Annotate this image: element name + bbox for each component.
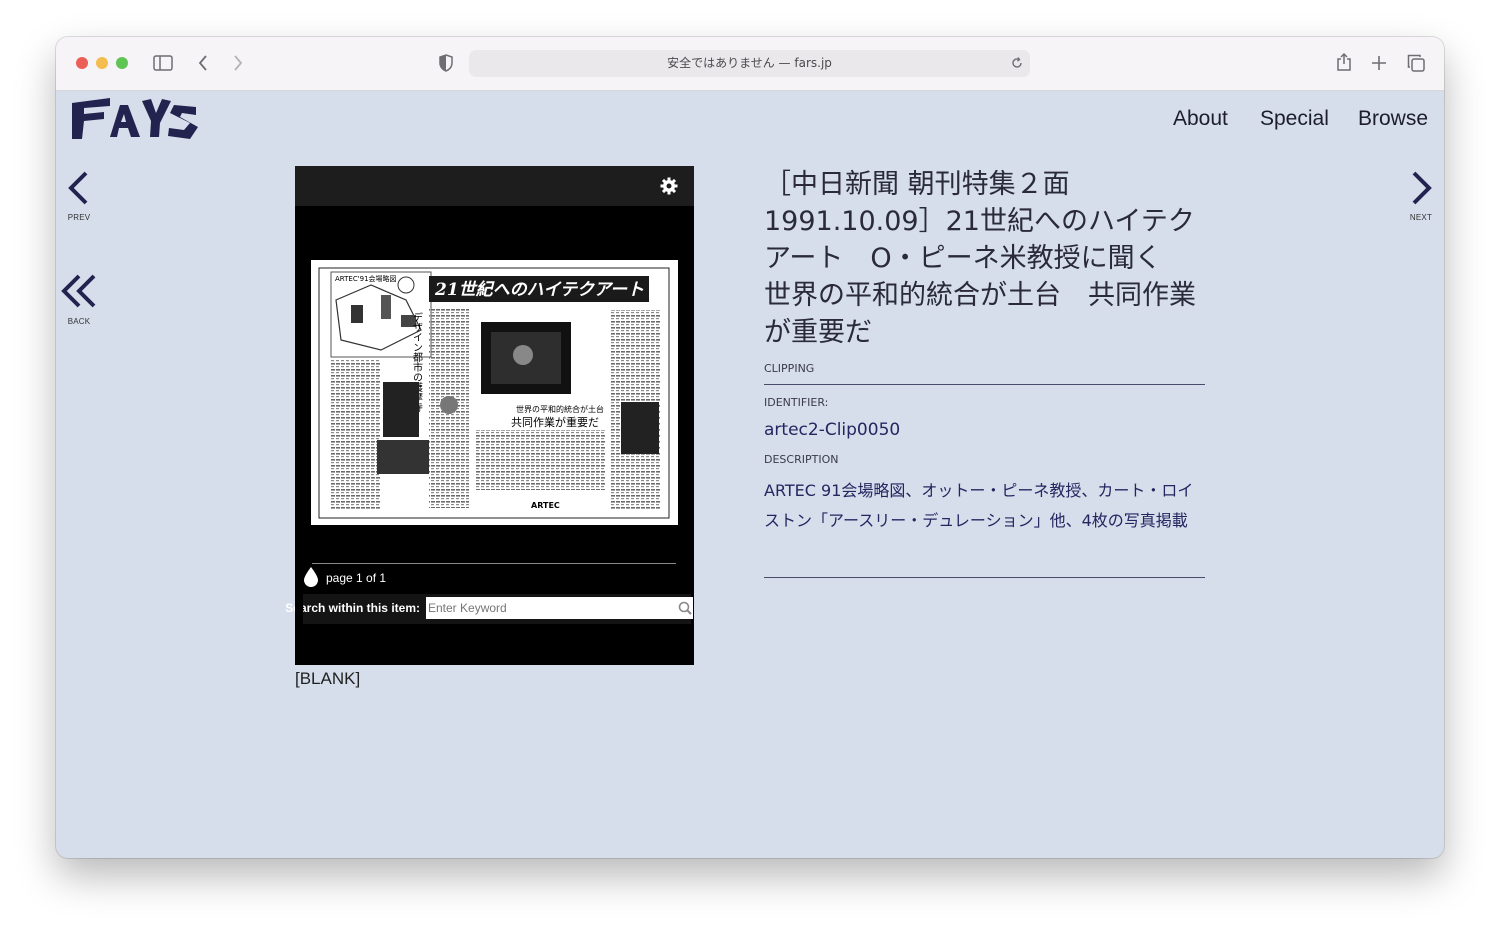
zoom-window-button[interactable]: [116, 57, 128, 69]
next-link[interactable]: NEXT: [1404, 167, 1438, 222]
prev-label: PREV: [67, 213, 91, 222]
image-caption: [BLANK]: [295, 669, 361, 688]
record-title: ［中日新聞 朝刊特集２面 1991.10.09］21世紀へのハイテクアート O・…: [764, 169, 1196, 348]
tab-overview-icon[interactable]: [1405, 51, 1427, 75]
page-content: About Special Browse PREV BACK NEXT ARTE…: [56, 91, 1444, 858]
minimize-window-button[interactable]: [96, 57, 108, 69]
reload-icon[interactable]: [1010, 50, 1024, 80]
privacy-shield-icon[interactable]: [436, 51, 456, 75]
clipping-tag: ARTEC'91会場略図: [335, 274, 397, 283]
document-viewer: ARTEC'91会場略図 21世紀へのハイテクアート デザイン都市の護摩寺 世界…: [285, 166, 694, 665]
divider: [764, 577, 1205, 578]
gear-icon[interactable]: [660, 177, 678, 199]
back-label: BACK: [67, 317, 91, 326]
viewer-toolbar: [295, 166, 694, 206]
next-label: NEXT: [1409, 213, 1433, 222]
page-counter: page 1 of 1: [326, 571, 387, 585]
double-chevron-left-icon: [61, 274, 96, 308]
close-window-button[interactable]: [76, 57, 88, 69]
clipping-subhead-2: 共同作業が重要だ: [511, 415, 599, 429]
back-link[interactable]: BACK: [59, 271, 99, 326]
identifier-value: artec2-Clip0050: [764, 420, 901, 440]
address-text: 安全ではありません — fars.jp: [667, 56, 832, 70]
new-tab-icon[interactable]: [1369, 51, 1389, 75]
divider: [764, 384, 1205, 385]
nav-browse[interactable]: Browse: [1358, 107, 1428, 131]
record-type: CLIPPING: [764, 362, 815, 375]
clipping-subhead-1: 世界の平和的統合が土台: [516, 404, 604, 414]
chevron-left-icon: [68, 171, 88, 205]
address-bar[interactable]: 安全ではありません — fars.jp: [469, 50, 1030, 77]
prev-link[interactable]: PREV: [62, 167, 96, 222]
nav-about[interactable]: About: [1173, 107, 1228, 131]
identifier-label: IDENTIFIER:: [764, 396, 829, 409]
chevron-right-icon: [1412, 171, 1432, 205]
search-row-mask: [295, 594, 303, 624]
newspaper-clipping-image[interactable]: ARTEC'91会場略図 21世紀へのハイテクアート デザイン都市の護摩寺 世界…: [311, 260, 678, 525]
page-slider-track[interactable]: [312, 563, 676, 564]
clipping-footer: ARTEC: [531, 501, 560, 510]
description-label: DESCRIPTION: [764, 453, 839, 466]
search-label: Search within this item:: [285, 601, 420, 615]
description-value: ARTEC 91会場略図、オットー・ピーネ教授、カート・ロイストン「アースリー・…: [764, 481, 1194, 530]
browser-toolbar: 安全ではありません — fars.jp: [56, 37, 1444, 91]
nav-special[interactable]: Special: [1260, 107, 1329, 131]
sidebar-toggle-icon[interactable]: [152, 51, 174, 75]
browser-window: 安全ではありません — fars.jp About Special Browse…: [56, 37, 1444, 858]
back-arrow-icon[interactable]: [194, 51, 212, 75]
clipping-headline: 21世紀へのハイテクアート: [434, 280, 644, 300]
search-input[interactable]: [426, 597, 677, 619]
forward-arrow-icon[interactable]: [229, 51, 247, 75]
share-icon[interactable]: [1334, 51, 1354, 75]
search-icon[interactable]: [677, 597, 693, 619]
drop-icon[interactable]: [303, 566, 319, 592]
